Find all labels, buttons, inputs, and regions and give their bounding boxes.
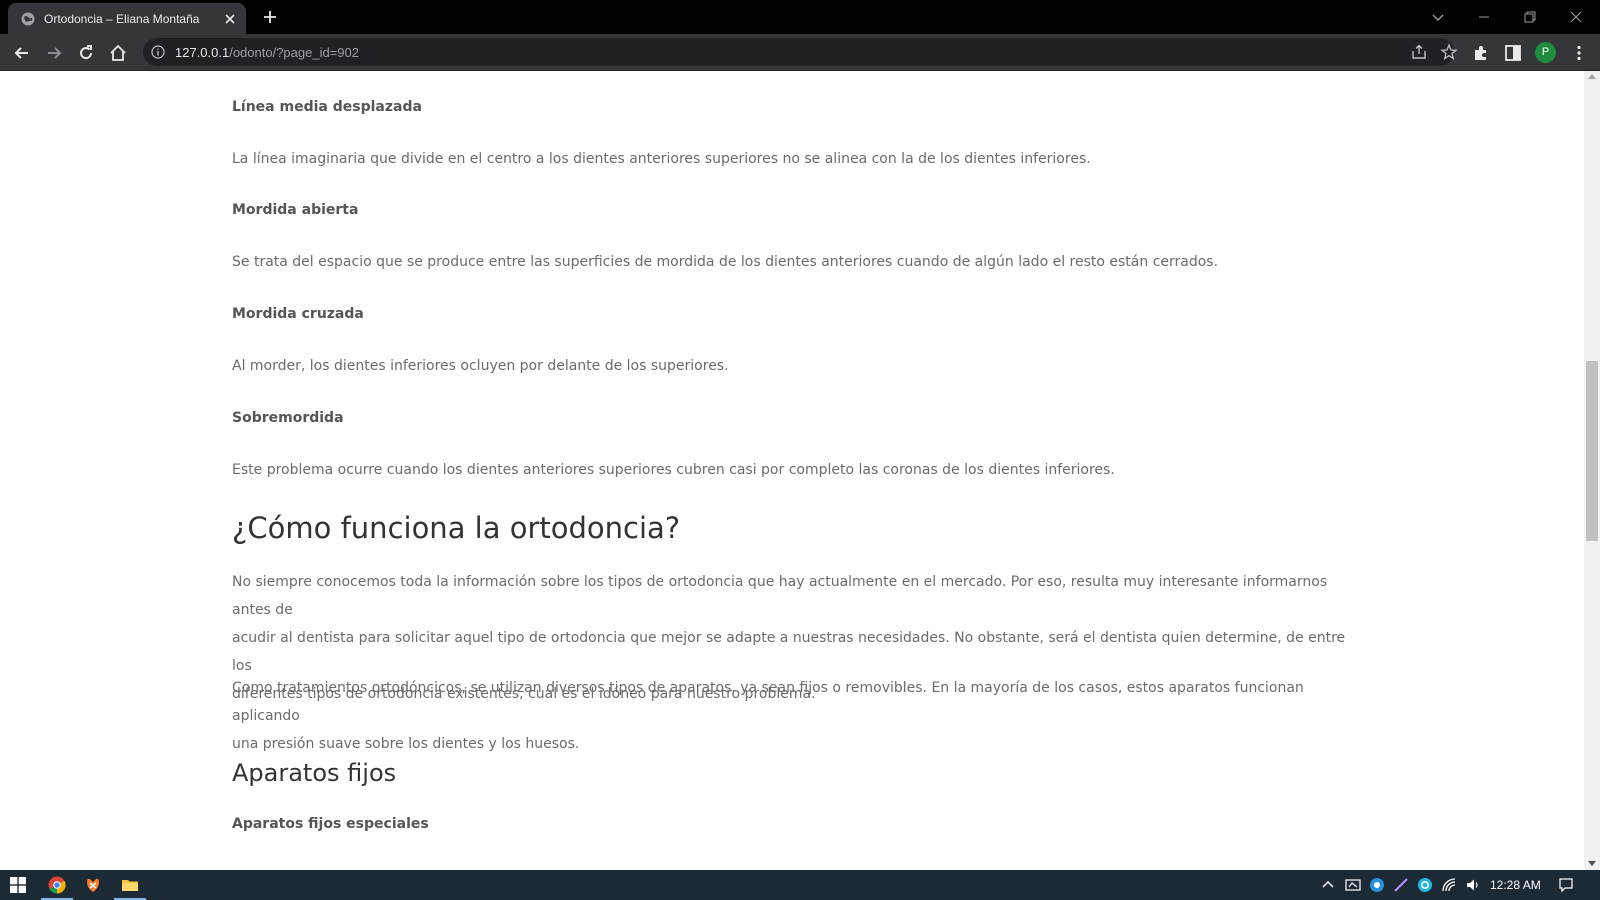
- paragraph-mordida-cruzada: Al morder, los dientes inferiores ocluye…: [232, 358, 729, 374]
- minimize-icon[interactable]: [1476, 9, 1492, 25]
- extensions-puzzle-icon[interactable]: [1471, 43, 1491, 63]
- tray-chat-icon[interactable]: [1417, 877, 1433, 893]
- paragraph-line: acudir al dentista para solicitar aquel …: [232, 630, 1346, 674]
- home-icon[interactable]: [108, 43, 128, 63]
- close-window-icon[interactable]: [1568, 9, 1584, 25]
- globe-icon: [21, 12, 35, 26]
- subheading-aparatos-especiales: Aparatos fijos especiales: [232, 816, 429, 832]
- paragraph-linea-media: La línea imaginaria que divide en el cen…: [232, 151, 1091, 167]
- scrollbar-thumb[interactable]: [1586, 361, 1598, 541]
- subheading-mordida-abierta: Mordida abierta: [232, 202, 359, 218]
- menu-kebab-icon[interactable]: [1569, 43, 1589, 63]
- paragraph-sobremordida: Este problema ocurre cuando los dientes …: [232, 462, 1115, 478]
- site-info-icon[interactable]: [151, 45, 165, 59]
- address-bar[interactable]: 127.0.0.1/odonto/?page_id=902: [143, 38, 1458, 66]
- xampp-icon: [87, 878, 99, 892]
- url-text[interactable]: 127.0.0.1/odonto/?page_id=902: [175, 45, 359, 60]
- show-hidden-icons-chevron-icon[interactable]: [1320, 877, 1336, 893]
- scroll-down-arrow-icon[interactable]: [1588, 861, 1596, 866]
- paragraph-line: una presión suave sobre los dientes y lo…: [232, 736, 580, 752]
- taskbar-app[interactable]: [75, 870, 111, 900]
- subheading-linea-media: Línea media desplazada: [232, 99, 422, 115]
- scroll-up-arrow-icon[interactable]: [1588, 74, 1596, 79]
- page-viewport: Línea media desplazada La línea imaginar…: [0, 71, 1600, 870]
- side-panel-icon[interactable]: [1503, 43, 1523, 63]
- forward-arrow-icon[interactable]: [44, 43, 64, 63]
- subheading-mordida-cruzada: Mordida cruzada: [232, 306, 364, 322]
- taskbar-chrome[interactable]: [39, 870, 75, 900]
- chrome-icon: [48, 876, 66, 894]
- paragraph-line: No siempre conocemos toda la información…: [232, 574, 1328, 618]
- folder-icon: [122, 880, 138, 891]
- browser-tab[interactable]: Ortodoncia – Eliana Montaña: [8, 3, 246, 34]
- tab-title: Ortodoncia – Eliana Montaña: [44, 12, 200, 26]
- bookmark-star-icon[interactable]: [1440, 43, 1458, 61]
- wifi-icon[interactable]: [1441, 877, 1457, 893]
- profile-avatar[interactable]: P: [1535, 42, 1556, 63]
- notifications-icon[interactable]: [1558, 877, 1574, 893]
- new-tab-icon[interactable]: [262, 9, 278, 25]
- url-path: /odonto/?page_id=902: [229, 45, 359, 60]
- tab-strip: Ortodoncia – Eliana Montaña: [0, 0, 1600, 34]
- windows-start-icon[interactable]: [10, 877, 26, 893]
- paragraph-tratamientos: Como tratamientos ortodóncicos, se utili…: [232, 674, 1352, 758]
- tab-search-icon[interactable]: [1430, 9, 1446, 25]
- tray-network-app-icon[interactable]: [1369, 877, 1385, 893]
- subheading-sobremordida: Sobremordida: [232, 410, 344, 426]
- taskbar-file-explorer[interactable]: [112, 870, 148, 900]
- tray-app-icon[interactable]: [1345, 877, 1361, 893]
- paragraph-line: Como tratamientos ortodóncicos, se utili…: [232, 680, 1304, 724]
- browser-toolbar: 127.0.0.1/odonto/?page_id=902 P: [0, 34, 1600, 71]
- taskbar-clock[interactable]: 12:28 AM: [1490, 878, 1541, 892]
- url-host: 127.0.0.1: [175, 45, 230, 60]
- back-arrow-icon[interactable]: [12, 43, 32, 63]
- windows-taskbar: 12:28 AM: [0, 870, 1600, 900]
- restore-icon[interactable]: [1522, 9, 1538, 25]
- tray-pen-icon[interactable]: [1393, 877, 1409, 893]
- vertical-scrollbar[interactable]: [1584, 71, 1600, 870]
- volume-icon[interactable]: [1465, 877, 1481, 893]
- close-tab-icon[interactable]: [222, 11, 238, 27]
- paragraph-mordida-abierta: Se trata del espacio que se produce entr…: [232, 254, 1219, 270]
- heading-aparatos-fijos: Aparatos fijos: [232, 759, 397, 787]
- reload-icon[interactable]: [76, 43, 96, 63]
- share-icon[interactable]: [1410, 43, 1428, 61]
- heading-como-funciona: ¿Cómo funciona la ortodoncia?: [232, 511, 681, 545]
